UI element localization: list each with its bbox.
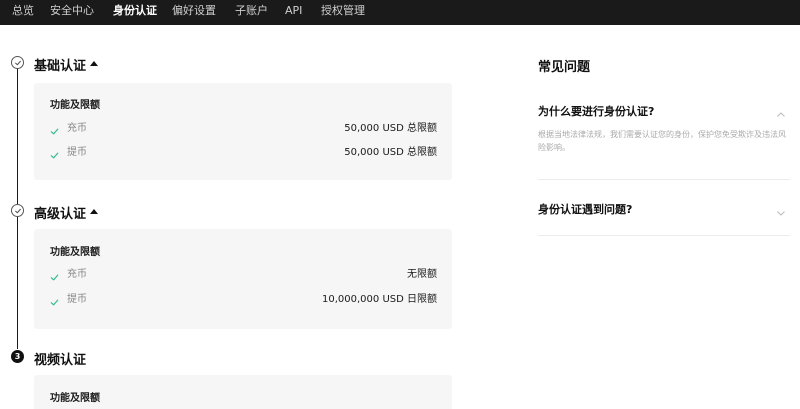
faq-title: 常见问题 <box>538 60 591 75</box>
limits-card-advanced: 功能及限额 充币 无限额 提币 10,000,000 USD 日限额 <box>34 229 452 329</box>
section-title-basic: 基础认证 <box>34 59 87 74</box>
limit-label-deposit: 充币 <box>67 123 87 134</box>
timeline-line <box>17 69 18 204</box>
faq-item-why-verify[interactable]: 为什么要进行身份认证? 根据当地法律法规，我们需要认证您的身份，保护您免受欺诈及… <box>538 97 790 167</box>
check-icon <box>50 121 59 135</box>
limit-value-deposit: 无限额 <box>407 269 437 280</box>
limit-label-deposit: 充币 <box>67 269 87 280</box>
faq-question[interactable]: 身份认证遇到问题? <box>538 201 632 217</box>
faq-divider <box>538 179 790 180</box>
nav-item-security-center[interactable]: 安全中心 <box>50 0 94 25</box>
section-title-advanced: 高级认证 <box>34 207 87 222</box>
nav-item-sub-accounts[interactable]: 子账户 <box>235 0 268 25</box>
check-icon <box>50 267 59 281</box>
section-title-video: 视频认证 <box>34 353 87 368</box>
top-nav: 总览 安全中心 身份认证 偏好设置 子账户 API 授权管理 <box>0 0 800 25</box>
check-circle-icon <box>11 204 24 217</box>
limits-card-basic: 功能及限额 充币 50,000 USD 总限额 提币 50,000 USD 总限… <box>34 83 452 180</box>
nav-item-api[interactable]: API <box>285 0 302 25</box>
chevron-down-icon[interactable] <box>776 203 786 216</box>
chevron-up-icon[interactable] <box>776 105 786 117</box>
check-icon <box>50 145 59 159</box>
faq-divider <box>538 235 790 236</box>
caret-up-icon[interactable] <box>90 61 98 66</box>
card-heading: 功能及限额 <box>50 393 100 404</box>
limits-card-video: 功能及限额 <box>34 375 452 409</box>
faq-question[interactable]: 为什么要进行身份认证? <box>538 103 654 119</box>
check-icon <box>50 292 59 306</box>
nav-item-authorization-management[interactable]: 授权管理 <box>321 0 365 25</box>
step-number-badge: 3 <box>11 350 24 363</box>
nav-item-overview[interactable]: 总览 <box>12 0 34 25</box>
faq-answer: 根据当地法律法规，我们需要认证您的身份，保护您免受欺诈及违法风险影响。 <box>538 130 786 152</box>
limit-label-withdraw: 提币 <box>67 147 87 158</box>
limit-value-withdraw: 10,000,000 USD 日限额 <box>322 294 437 305</box>
limit-value-withdraw: 50,000 USD 总限额 <box>344 147 437 158</box>
card-heading: 功能及限额 <box>50 100 100 111</box>
nav-item-preferences[interactable]: 偏好设置 <box>172 0 216 25</box>
card-heading: 功能及限额 <box>50 247 100 258</box>
caret-up-icon[interactable] <box>90 209 98 214</box>
timeline-line <box>17 217 18 349</box>
limit-label-withdraw: 提币 <box>67 294 87 305</box>
check-circle-icon <box>11 56 24 69</box>
limit-value-deposit: 50,000 USD 总限额 <box>344 123 437 134</box>
faq-item-verification-problems[interactable]: 身份认证遇到问题? <box>538 193 790 221</box>
nav-item-identity-verification[interactable]: 身份认证 <box>113 0 157 25</box>
